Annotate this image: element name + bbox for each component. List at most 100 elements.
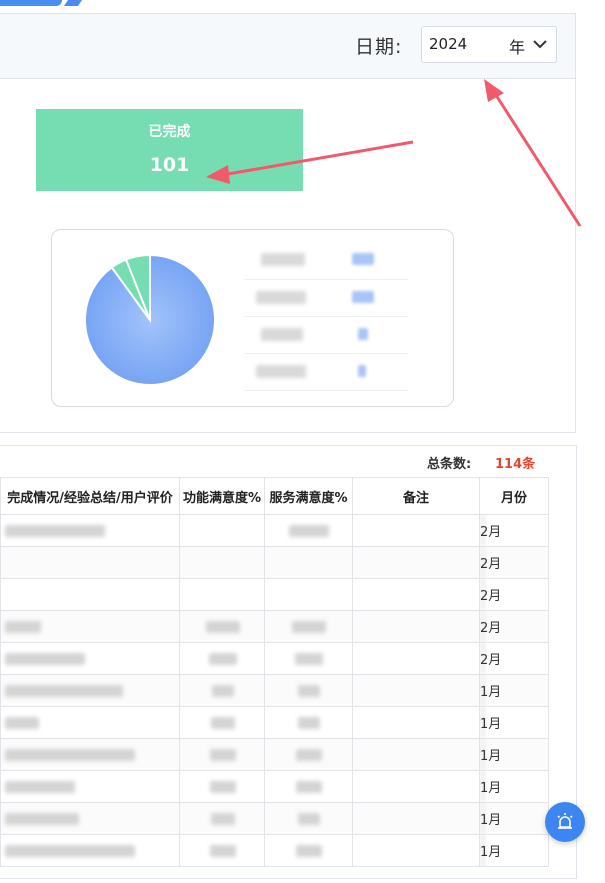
data-table: 完成情况/经验总结/用户评价 功能满意度% 服务满意度% 备注 月份 2月 2月 2…: [0, 477, 549, 867]
legend-row: [244, 316, 408, 354]
year-unit: 年: [509, 38, 526, 57]
table-cell: [352, 738, 480, 771]
table-cell: [264, 834, 353, 867]
table-row[interactable]: 2月: [0, 610, 549, 643]
table-cell: [352, 610, 480, 643]
month-cell: 2月: [479, 514, 549, 547]
table-cell: [0, 674, 180, 707]
table-cell: [0, 802, 180, 835]
table-row[interactable]: 1月: [0, 738, 549, 771]
completed-stat: 已完成 101: [36, 109, 303, 191]
table-row[interactable]: 2月: [0, 578, 549, 611]
table-row[interactable]: 2月: [0, 642, 549, 675]
date-label: 日期:: [355, 36, 403, 58]
table-header-row: 完成情况/经验总结/用户评价 功能满意度% 服务满意度% 备注 月份: [0, 477, 549, 515]
month-cell: 1月: [479, 706, 549, 739]
table-cell: [0, 738, 180, 771]
table-cell: [352, 834, 480, 867]
total-value: 114条: [495, 457, 536, 472]
table-cell: [179, 610, 265, 643]
table-cell: [264, 642, 353, 675]
month-value: 2月: [480, 557, 502, 572]
table-cell: [0, 770, 180, 803]
month-cell: 2月: [479, 642, 549, 675]
month-value: 2月: [480, 621, 502, 636]
table-row[interactable]: 1月: [0, 834, 549, 867]
table-cell: [352, 770, 480, 803]
month-value: 1月: [480, 685, 502, 700]
table-cell: [0, 706, 180, 739]
table-cell: [264, 802, 353, 835]
total-label: 总条数:: [427, 457, 472, 472]
table-cell: [264, 546, 353, 579]
legend-row: [244, 279, 408, 317]
table-cell: [179, 546, 265, 579]
table-cell: [179, 834, 265, 867]
legend-row: [244, 242, 408, 280]
col-header-service-satisfaction: 服务满意度%: [264, 477, 353, 515]
table-cell: [0, 514, 180, 547]
table-row[interactable]: 1月: [0, 706, 549, 739]
table-cell: [264, 674, 353, 707]
table-cell: [352, 706, 480, 739]
table-row[interactable]: 2月: [0, 546, 549, 579]
table-cell: [352, 578, 480, 611]
table-cell: [179, 802, 265, 835]
month-value: 1月: [480, 749, 502, 764]
month-value: 1月: [480, 813, 502, 828]
completed-label: 已完成: [148, 124, 191, 140]
data-table-card: 总条数: 114条 完成情况/经验总结/用户评价 功能满意度% 服务满意度% 备…: [0, 445, 577, 879]
table-cell: [179, 706, 265, 739]
month-cell: 2月: [479, 546, 549, 579]
table-cell: [352, 546, 480, 579]
month-value: 1月: [480, 845, 502, 860]
table-row[interactable]: 1月: [0, 674, 549, 707]
month-cell: 1月: [479, 770, 549, 803]
col-header-summary: 完成情况/经验总结/用户评价: [0, 477, 180, 515]
table-cell: [0, 546, 180, 579]
year-value: 2024: [429, 35, 468, 53]
table-row[interactable]: 2月: [0, 514, 549, 547]
alarm-fab-button[interactable]: [545, 802, 585, 842]
table-cell: [179, 770, 265, 803]
table-cell: [264, 738, 353, 771]
month-value: 1月: [480, 781, 502, 796]
chevron-down-icon: [533, 40, 547, 49]
table-cell: [352, 642, 480, 675]
table-row[interactable]: 1月: [0, 770, 549, 803]
table-cell: [352, 802, 480, 835]
month-value: 2月: [480, 653, 502, 668]
year-select[interactable]: 2024 年: [421, 26, 557, 63]
month-cell: 1月: [479, 834, 549, 867]
table-cell: [352, 674, 480, 707]
month-cell: 2月: [479, 578, 549, 611]
pie-chart: [84, 253, 216, 386]
table-cell: [264, 578, 353, 611]
table-cell: [0, 578, 180, 611]
alarm-icon: [557, 813, 573, 829]
completed-count: 101: [149, 154, 190, 176]
filter-toolbar: 日期: 2024 年: [0, 14, 575, 79]
month-cell: 1月: [479, 674, 549, 707]
table-cell: [179, 738, 265, 771]
top-tab-decoration: [0, 0, 90, 6]
table-cell: [264, 610, 353, 643]
table-cell: [0, 610, 180, 643]
summary-card: 日期: 2024 年 已完成 101: [0, 13, 576, 433]
table-cell: [264, 514, 353, 547]
table-cell: [0, 834, 180, 867]
col-header-remarks: 备注: [352, 477, 480, 515]
col-header-month: 月份: [479, 477, 549, 515]
table-cell: [179, 578, 265, 611]
table-cell: [179, 642, 265, 675]
month-cell: 2月: [479, 610, 549, 643]
month-value: 2月: [480, 589, 502, 604]
table-cell: [179, 674, 265, 707]
table-cell: [264, 770, 353, 803]
table-row[interactable]: 1月: [0, 802, 549, 835]
table-cell: [352, 514, 480, 547]
month-value: 2月: [480, 525, 502, 540]
legend-row: [244, 353, 408, 391]
table-cell: [0, 642, 180, 675]
table-cell: [179, 514, 265, 547]
